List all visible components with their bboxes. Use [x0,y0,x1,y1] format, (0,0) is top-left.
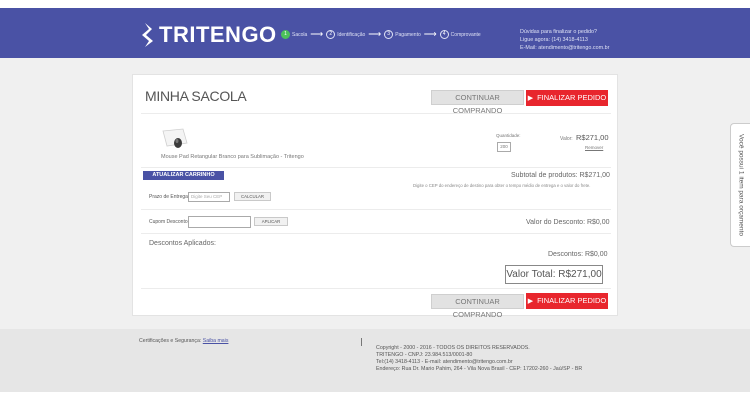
step-label: Comprovante [450,31,481,38]
logo-text: TRITENGO [159,22,277,47]
coupon-input[interactable] [188,216,251,228]
copyright: Copyright - 2000 - 2016 - TODOS OS DIREI… [376,345,530,351]
quote-side-tab[interactable]: Você possui 1 item para orçamento [730,123,750,247]
divider [141,209,611,210]
step-label: Sacola [292,31,308,38]
play-icon: ▶ [527,95,534,102]
shipping-hint: Digite o CEP do endereço de destino para… [413,183,591,188]
step-number: 4 [439,30,449,39]
price-value: R$271,00 [576,133,609,142]
update-cart-button[interactable]: ATUALIZAR CARRINHO [143,171,224,180]
checkout-steps: 1 Sacola ⟶ 2 Identificação ⟶ 3 Pagamento… [281,30,481,39]
certifications-label: Certificações e Segurança: [139,338,202,344]
price-label: Valor: [560,136,573,142]
step-label: Pagamento [395,31,421,38]
step-sacola: 1 Sacola [281,30,307,39]
apply-coupon-button[interactable]: APLICAR [254,217,288,226]
step-label: Identificação [337,31,366,38]
company-info: TRITENGO - CNPJ: 23.984.513/0001-80 [376,352,473,358]
bottom-strip [0,392,750,410]
applied-discounts-label: Descontos Aplicados: [149,240,216,247]
footer: Certificações e Segurança: Saiba mais Co… [0,329,750,392]
divider [141,233,611,234]
logo-mark-icon [142,23,153,47]
cart-panel: MINHA SACOLA CONTINUAR COMPRANDO ▶ FINALI… [132,74,618,319]
arrow-right-icon: ⟶ [423,29,437,39]
cep-input[interactable]: Digite Seu CEP [188,192,230,202]
help-contact: Dúvidas para finalizar o pedido? Ligue a… [520,28,609,52]
checkout-button-label: FINALIZAR PEDIDO [537,93,607,102]
discounts-total: Descontos: R$0,00 [548,251,608,258]
step-pagamento: 3 Pagamento [384,30,421,39]
arrow-right-icon: ⟶ [310,29,324,39]
arrow-right-icon: ⟶ [368,29,382,39]
help-question: Dúvidas para finalizar o pedido? [520,29,598,35]
step-number: 2 [326,30,336,39]
page-title: MINHA SACOLA [145,88,247,104]
continue-shopping-button[interactable]: CONTINUAR COMPRANDO [431,90,524,115]
discount-value: Valor do Desconto: R$0,00 [526,219,610,226]
cep-label: Prazo de Entrega: [149,194,190,200]
learn-more-link[interactable]: Saiba mais [203,338,229,344]
help-email: E-Mail: atendimento@tritengo.com.br [520,45,610,51]
product-name[interactable]: Mouse Pad Retangular Branco para Sublima… [161,154,304,160]
calculate-button[interactable]: CALCULAR [234,192,271,201]
step-number: 1 [281,30,290,39]
divider [141,113,611,114]
play-icon: ▶ [527,298,534,305]
header: TRITENGO 1 Sacola ⟶ 2 Identificação ⟶ 3 … [0,8,750,58]
checkout-button-bottom[interactable]: ▶ FINALIZAR PEDIDO [526,293,608,309]
logo[interactable]: TRITENGO [140,21,277,49]
quantity-input[interactable]: 200 [497,142,511,152]
top-strip [0,0,750,8]
address-info: Endereço: Rua Dr. Mario Pahim, 264 - Vil… [376,366,583,372]
step-number: 3 [384,30,394,39]
remove-link[interactable]: Remover [585,145,603,150]
quantity-label: Quantidade: [496,133,521,138]
checkout-button[interactable]: ▶ FINALIZAR PEDIDO [526,90,608,106]
contact-info: Tel:(14) 3418-4113 - E-mail: atendimento… [376,359,513,365]
subtotal: Subtotal de produtos: R$271,00 [511,172,610,179]
checkout-button-label: FINALIZAR PEDIDO [537,296,607,305]
total-value: Valor Total: R$271,00 [505,265,603,284]
step-identificacao: 2 Identificação [326,30,365,39]
certifications: Certificações e Segurança: Saiba mais [139,338,228,344]
coupon-label: Cupom Desconto: [149,219,190,225]
continue-shopping-button-bottom[interactable]: CONTINUAR COMPRANDO [431,294,524,319]
footer-divider [361,338,362,346]
quote-side-tab-label: Você possui 1 item para orçamento [737,134,744,236]
divider [141,288,611,289]
step-comprovante: 4 Comprovante [439,30,481,39]
help-phone: Ligue agora: (14) 3418-4113 [520,37,588,43]
copyright-block: Copyright - 2000 - 2016 - TODOS OS DIREI… [376,345,582,373]
divider [141,167,611,168]
product-image[interactable] [161,128,189,150]
